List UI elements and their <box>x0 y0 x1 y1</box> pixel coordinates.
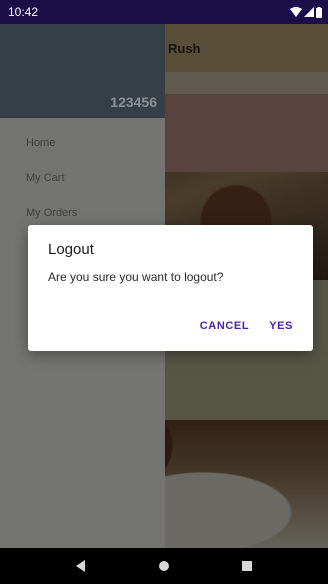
home-button[interactable] <box>150 552 178 580</box>
back-button[interactable] <box>67 552 95 580</box>
logout-dialog: Logout Are you sure you want to logout? … <box>28 225 313 351</box>
dialog-message: Are you sure you want to logout? <box>48 270 224 284</box>
signal-icon <box>304 7 314 17</box>
yes-button[interactable]: YES <box>269 320 293 332</box>
dialog-actions: CANCEL YES <box>200 320 293 332</box>
dialog-title: Logout <box>48 241 94 258</box>
status-time: 10:42 <box>8 5 39 19</box>
navigation-bar <box>0 548 328 584</box>
back-icon <box>75 560 87 572</box>
status-icons <box>290 6 322 18</box>
recents-icon <box>241 560 253 572</box>
cancel-button[interactable]: CANCEL <box>200 320 249 332</box>
wifi-icon <box>290 7 302 17</box>
recents-button[interactable] <box>233 552 261 580</box>
home-icon <box>158 560 170 572</box>
battery-icon <box>316 6 322 18</box>
status-bar: 10:42 <box>0 0 328 24</box>
